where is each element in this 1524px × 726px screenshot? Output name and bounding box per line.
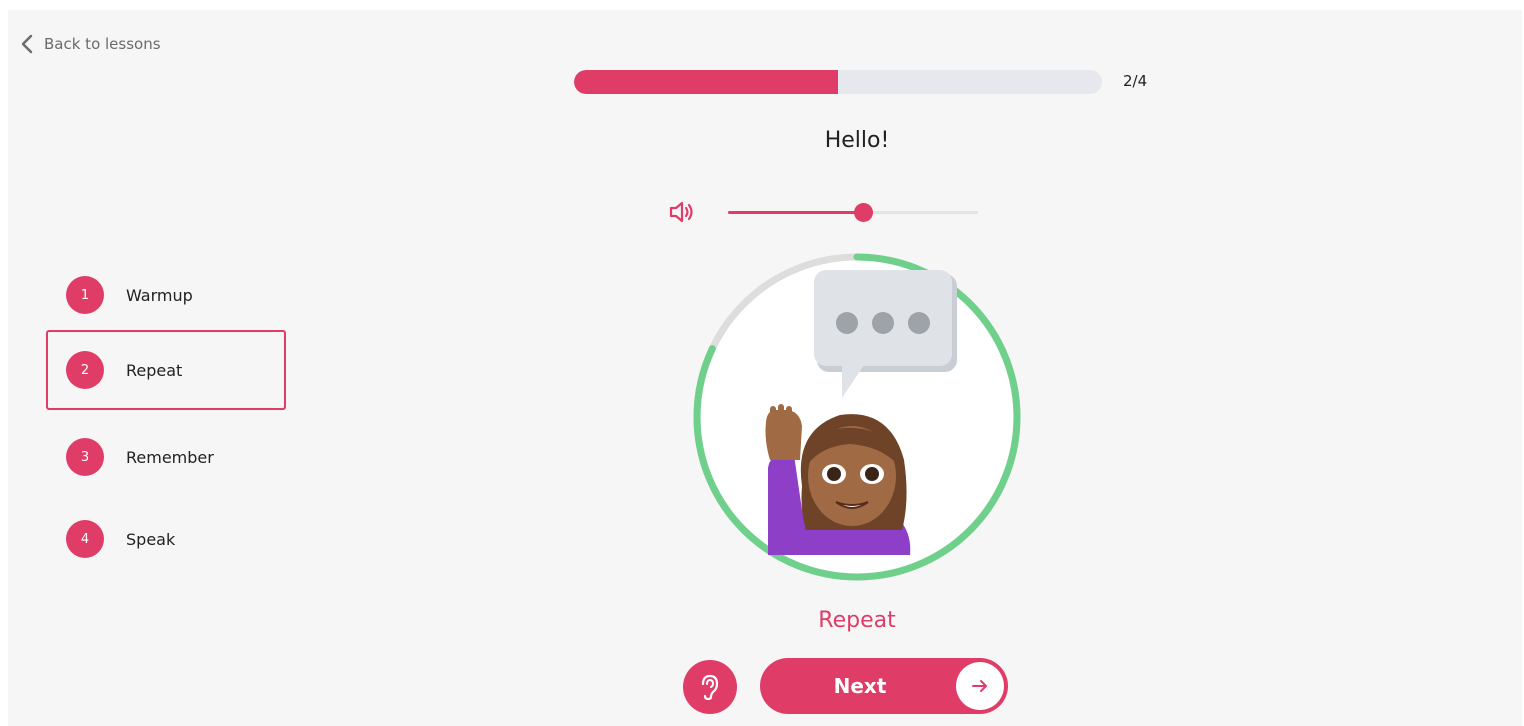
speaker-icon[interactable]: [668, 200, 696, 224]
ear-icon: [701, 674, 719, 701]
lesson-progress-bar: [574, 70, 1102, 94]
phrase-text: Hello!: [824, 128, 890, 153]
step-label: Warmup: [126, 285, 193, 305]
step-number: 1: [66, 276, 104, 314]
arrow-right-icon: [956, 662, 1004, 710]
step-speak[interactable]: 4 Speak: [46, 500, 286, 578]
progress-counter: 2/4: [1123, 72, 1148, 90]
chevron-left-icon: [21, 34, 33, 54]
listen-button[interactable]: [683, 660, 737, 714]
volume-fill: [728, 211, 863, 214]
step-repeat[interactable]: 2 Repeat: [46, 330, 286, 410]
mode-label: Repeat: [818, 608, 896, 633]
step-label: Speak: [126, 529, 176, 549]
progress-fill: [574, 70, 838, 94]
volume-knob[interactable]: [854, 203, 873, 222]
volume-slider[interactable]: [728, 202, 978, 222]
next-label: Next: [833, 674, 887, 698]
next-button[interactable]: Next: [760, 658, 1008, 714]
back-label: Back to lessons: [44, 35, 161, 53]
step-number: 3: [66, 438, 104, 476]
step-number: 2: [66, 351, 104, 389]
step-remember[interactable]: 3 Remember: [46, 418, 286, 496]
step-label: Repeat: [126, 360, 183, 380]
illustration-circle: [690, 250, 1024, 584]
step-number: 4: [66, 520, 104, 558]
back-to-lessons-link[interactable]: Back to lessons: [20, 34, 161, 54]
step-label: Remember: [126, 447, 214, 467]
lesson-page: Back to lessons 2/4 Hello! 1 Warmup 2 Re…: [8, 10, 1522, 726]
step-warmup[interactable]: 1 Warmup: [46, 256, 286, 334]
